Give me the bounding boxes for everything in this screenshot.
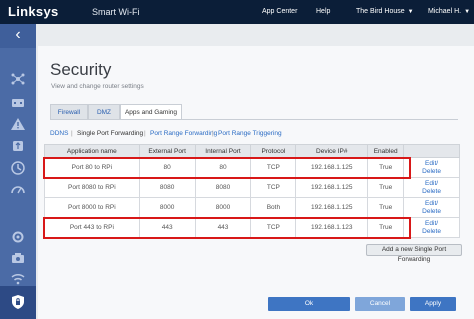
chevron-down-icon: ▼ — [407, 9, 414, 15]
subtab-port-range-forwarding[interactable]: Port Range Forwarding — [150, 130, 217, 137]
enabled-cell: True — [367, 177, 405, 198]
subtab-separator: | — [144, 130, 146, 137]
ok-button[interactable]: Ok — [268, 297, 350, 311]
speed-test-icon[interactable] — [10, 182, 26, 198]
row-highlight-box — [43, 217, 411, 239]
chevron-left-icon: ‹ — [15, 26, 21, 43]
help-link[interactable]: Help — [316, 8, 330, 15]
user-name: Michael H. — [428, 8, 462, 15]
page-title: Security — [50, 60, 112, 79]
tab-divider — [50, 119, 458, 120]
actions-cell: Edit/Delete — [403, 177, 460, 198]
wifi-icon[interactable] — [10, 270, 26, 286]
page-description: View and change router settings — [51, 83, 144, 90]
actions-cell: Edit/Delete — [403, 217, 460, 238]
router-icon[interactable] — [10, 94, 26, 110]
sidebar-item-security[interactable] — [0, 286, 36, 319]
subtab-single-port-forwarding[interactable]: Single Port Forwarding — [77, 130, 143, 137]
chevron-down-icon: ▼ — [464, 9, 471, 15]
col-enabled: Enabled — [367, 144, 405, 158]
col-device-ip: Device IP# — [295, 144, 369, 158]
sidebar: ‹ — [0, 24, 36, 319]
subtab-separator: | — [212, 130, 214, 137]
edit-link[interactable]: Edit/ — [404, 160, 459, 168]
delete-link[interactable]: Delete — [404, 208, 459, 216]
network-name: The Bird House — [356, 8, 405, 15]
edit-link[interactable]: Edit/ — [404, 180, 459, 188]
external-port-cell: 8000 — [138, 197, 196, 218]
subtab-separator: | — [71, 130, 73, 137]
edit-link[interactable]: Edit/ — [404, 220, 459, 228]
subtab-ddns[interactable]: DDNS — [50, 130, 68, 137]
user-menu[interactable]: Michael H. ▼ — [428, 8, 470, 15]
enabled-cell: True — [367, 197, 405, 218]
tab-firewall[interactable]: Firewall — [50, 104, 88, 120]
col-protocol: Protocol — [250, 144, 297, 158]
top-bar: Linksys Smart Wi-Fi App Center Help The … — [0, 0, 474, 24]
internal-port-cell: 8000 — [194, 197, 252, 218]
actions-cell: Edit/Delete — [403, 197, 460, 218]
settings-icon[interactable] — [10, 229, 26, 245]
back-button[interactable]: ‹ — [0, 24, 36, 48]
device-ip-cell: 192.168.1.125 — [295, 177, 369, 198]
subtab-port-range-triggering[interactable]: Port Range Triggering — [218, 130, 282, 137]
table-header-row: Application name External Port Internal … — [44, 144, 460, 158]
col-actions — [403, 144, 460, 158]
row-highlight-box — [43, 157, 411, 179]
alert-icon[interactable] — [10, 116, 26, 132]
device-list-icon[interactable] — [10, 71, 26, 87]
external-port-cell: 8080 — [138, 177, 196, 198]
delete-link[interactable]: Delete — [404, 168, 459, 176]
security-icon — [10, 294, 26, 310]
media-prioritization-icon[interactable] — [10, 160, 26, 176]
network-menu[interactable]: The Bird House ▼ — [356, 8, 414, 15]
delete-link[interactable]: Delete — [404, 228, 459, 236]
add-single-port-forwarding-button[interactable]: Add a new Single Port Forwarding — [366, 244, 462, 263]
apply-button[interactable]: Apply — [410, 297, 456, 311]
camera-icon[interactable] — [10, 250, 26, 266]
parental-controls-icon[interactable] — [10, 138, 26, 154]
actions-cell: Edit/Delete — [403, 157, 460, 178]
delete-link[interactable]: Delete — [404, 188, 459, 196]
app-name-cell: Port 8000 to RPi — [44, 197, 140, 218]
tab-dmz[interactable]: DMZ — [88, 104, 120, 120]
device-ip-cell: 192.168.1.125 — [295, 197, 369, 218]
col-application-name: Application name — [44, 144, 140, 158]
protocol-cell: TCP — [250, 177, 297, 198]
cancel-button[interactable]: Cancel — [355, 297, 405, 311]
product-name: Smart Wi-Fi — [92, 7, 140, 17]
app-name-cell: Port 8080 to RPi — [44, 177, 140, 198]
protocol-cell: Both — [250, 197, 297, 218]
main-panel: Security View and change router settings… — [38, 46, 474, 319]
table-row: Port 8080 to RPi 8080 8080 TCP 192.168.1… — [44, 177, 460, 198]
col-internal-port: Internal Port — [194, 144, 252, 158]
col-external-port: External Port — [138, 144, 196, 158]
internal-port-cell: 8080 — [194, 177, 252, 198]
linksys-logo: Linksys — [8, 4, 59, 19]
tab-apps-and-gaming[interactable]: Apps and Gaming — [120, 104, 182, 120]
app-center-link[interactable]: App Center — [262, 8, 297, 15]
table-row: Port 8000 to RPi 8000 8000 Both 192.168.… — [44, 197, 460, 218]
edit-link[interactable]: Edit/ — [404, 200, 459, 208]
